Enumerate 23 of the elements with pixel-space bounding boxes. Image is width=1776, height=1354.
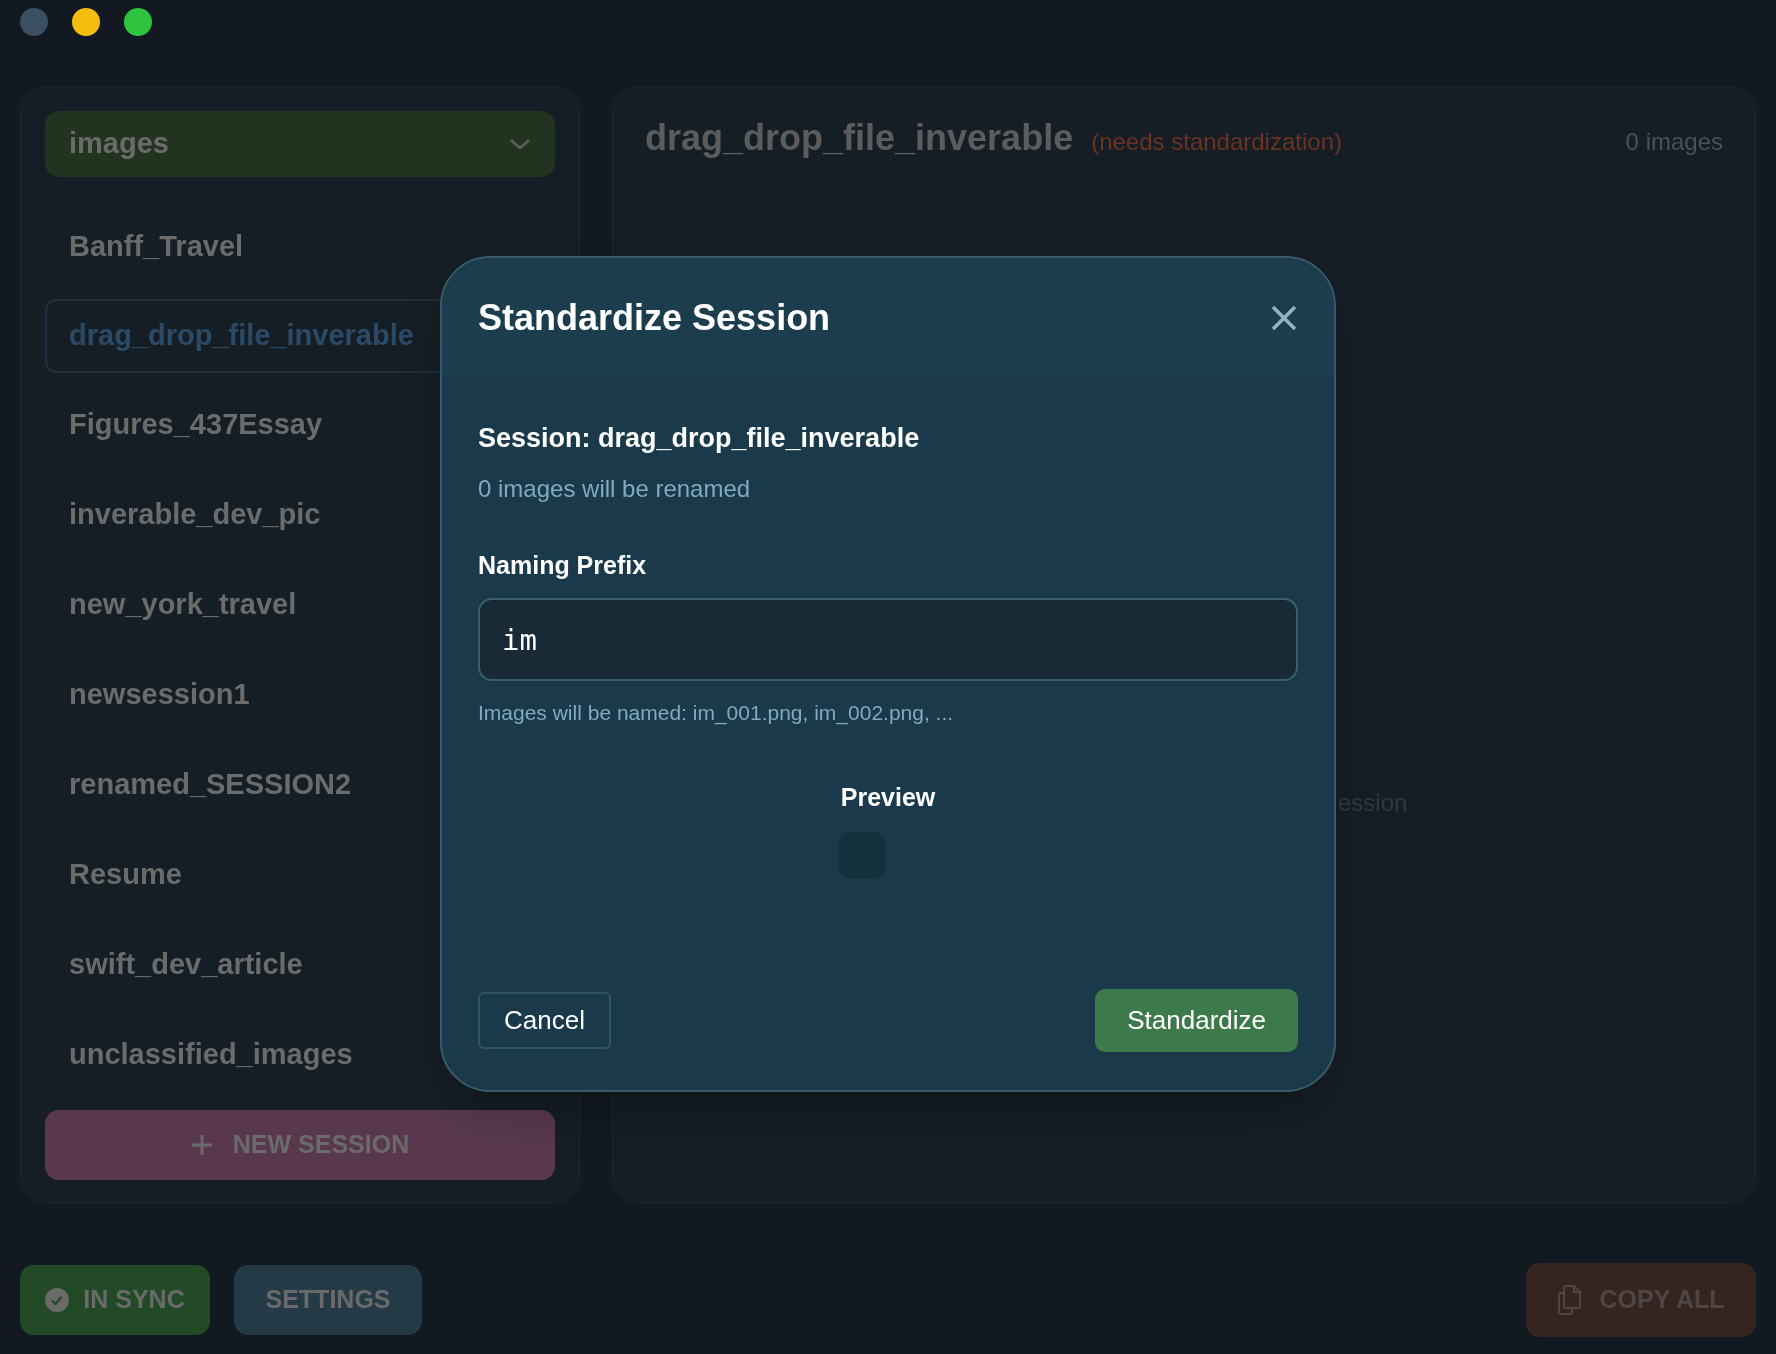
minimize-window-icon[interactable] bbox=[72, 8, 100, 36]
session-item[interactable]: Banff_Travel bbox=[45, 211, 555, 283]
session-title: drag_drop_file_inverable bbox=[645, 116, 1074, 160]
sync-status-button[interactable]: IN SYNC bbox=[20, 1265, 210, 1335]
maximize-window-icon[interactable] bbox=[124, 8, 152, 36]
naming-hint-text: Images will be named: im_001.png, im_002.png, ... bbox=[478, 700, 955, 727]
settings-button[interactable]: SETTINGS bbox=[234, 1265, 422, 1335]
standardize-button[interactable]: Standardize bbox=[1095, 989, 1298, 1052]
chevron-down-icon bbox=[509, 137, 531, 151]
close-icon[interactable] bbox=[1270, 304, 1298, 332]
session-item[interactable]: renamed_SESSION2 bbox=[45, 749, 555, 821]
session-name-label: Session: drag_drop_file_inverable bbox=[478, 422, 921, 455]
naming-prefix-input[interactable]: im bbox=[478, 598, 1298, 681]
rename-count-text: 0 images will be renamed bbox=[478, 473, 752, 504]
preview-label: Preview bbox=[840, 781, 936, 813]
session-dropdown[interactable]: images bbox=[45, 111, 555, 177]
session-item[interactable]: Resume bbox=[45, 839, 555, 911]
copy-icon bbox=[1557, 1284, 1584, 1316]
plus-icon bbox=[190, 1134, 213, 1156]
status-label: (needs standardization) bbox=[1091, 127, 1342, 157]
check-circle-icon bbox=[45, 1288, 70, 1312]
naming-prefix-label: Naming Prefix bbox=[478, 549, 648, 581]
cancel-button[interactable]: Cancel bbox=[478, 992, 611, 1049]
